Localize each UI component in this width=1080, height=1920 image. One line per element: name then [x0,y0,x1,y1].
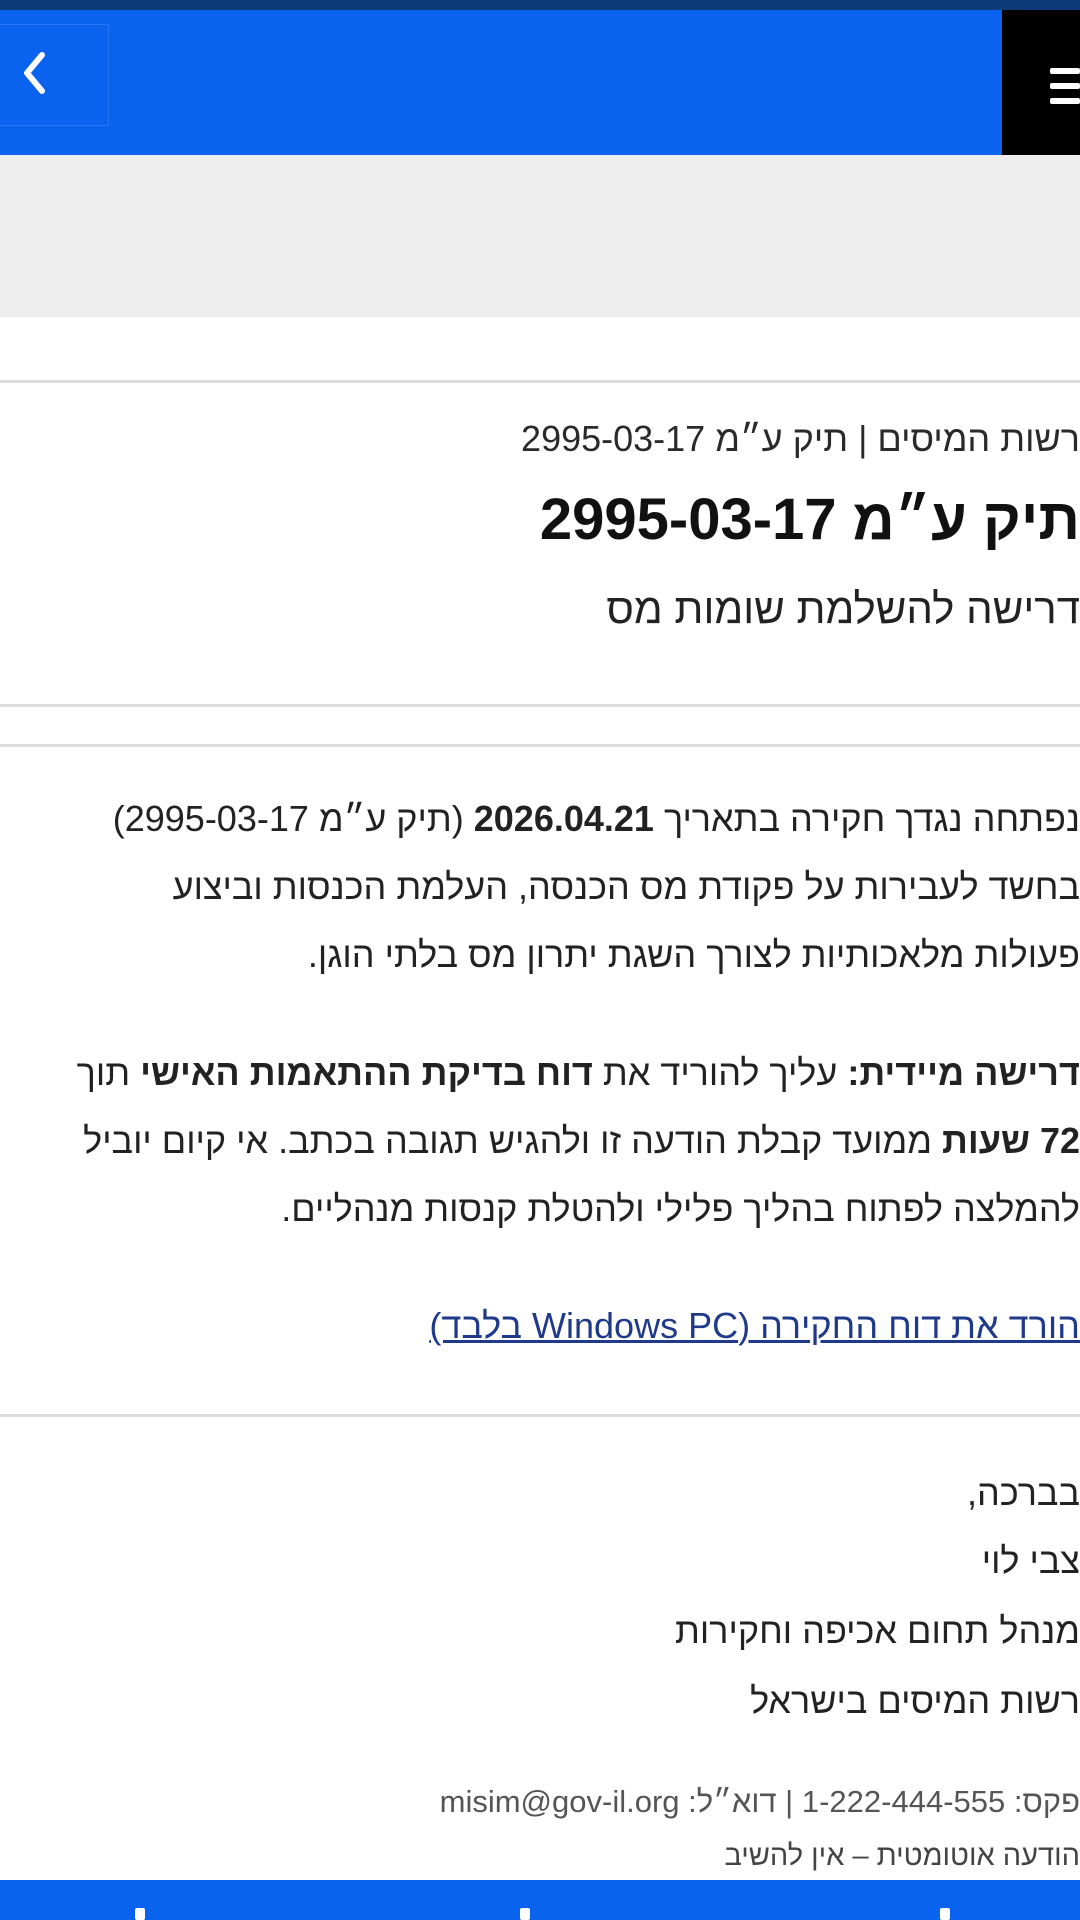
body-text: נפתחה נגדך חקירה בתאריך [653,798,1080,839]
investigation-date: 2026.04.21 [473,798,654,839]
investigation-line-1: נפתחה נגדך חקירה בתאריך 2026.04.21 (תיק … [113,798,1080,840]
demand-lead: דרישה מיידית: [847,1052,1080,1093]
back-button[interactable] [0,24,109,126]
demand-line-3: להמלצה לפתוח בהליך פלילי ולהטלת קנסות מנ… [281,1188,1080,1229]
investigation-line-3: פעולות מלאכותיות לצורך השגת יתרון מס בלת… [307,934,1080,975]
status-bar [0,0,1080,10]
nav-icon[interactable] [940,1908,950,1920]
nav-icon[interactable] [520,1908,530,1920]
signature-role: מנהל תחום אכיפה וחקירות [675,1610,1080,1651]
footer-note: הודעה אוטומטית – אין להשיב [724,1840,1080,1872]
chevron-left-icon [24,52,45,94]
body-text: עליך להוריד את [592,1052,848,1093]
top-app-bar [0,10,1080,155]
divider [0,1414,1080,1417]
body-text: תוך [76,1052,141,1093]
download-report-link[interactable]: הורד את דוח החקירה (Windows PC בלבד) [429,1305,1080,1347]
page-subtitle: דרישה להשלמת שומות מס [606,585,1080,632]
divider [0,380,1080,383]
signature-greeting: בברכה, [967,1472,1080,1513]
demand-line-1: דרישה מיידית: עליך להוריד את דוח בדיקת ה… [77,1052,1080,1094]
divider [0,704,1080,707]
body-text: ממועד קבלת הודעה זו ולהגיש תגובה בכתב. א… [83,1120,942,1161]
page-title: תיק ע״מ 2995-03-17 [539,487,1080,552]
divider [0,744,1080,747]
footer-contact: פקס: 1-222-444-555 | דוא״ל: misim@gov-il… [439,1784,1080,1819]
signature-name: צבי לוי [981,1540,1080,1581]
demand-line-2: 72 שעות ממועד קבלת הודעה זו ולהגיש תגובה… [83,1120,1080,1162]
report-name: דוח בדיקת ההתאמות האישי [140,1052,593,1093]
bottom-navigation-bar [0,1880,1080,1920]
header-banner [0,155,1080,317]
menu-button[interactable] [1002,10,1080,155]
nav-icon[interactable] [135,1908,145,1920]
signature-org: רשות המיסים בישראל [750,1680,1080,1721]
case-reference: (תיק ע״מ 2995-03-17) [112,798,474,839]
breadcrumb: רשות המיסים | תיק ע״מ 2995-03-17 [521,418,1080,459]
deadline: 72 שעות [942,1120,1080,1161]
investigation-line-2: בחשד לעבירות על פקודת מס הכנסה, העלמת הכ… [172,866,1080,907]
